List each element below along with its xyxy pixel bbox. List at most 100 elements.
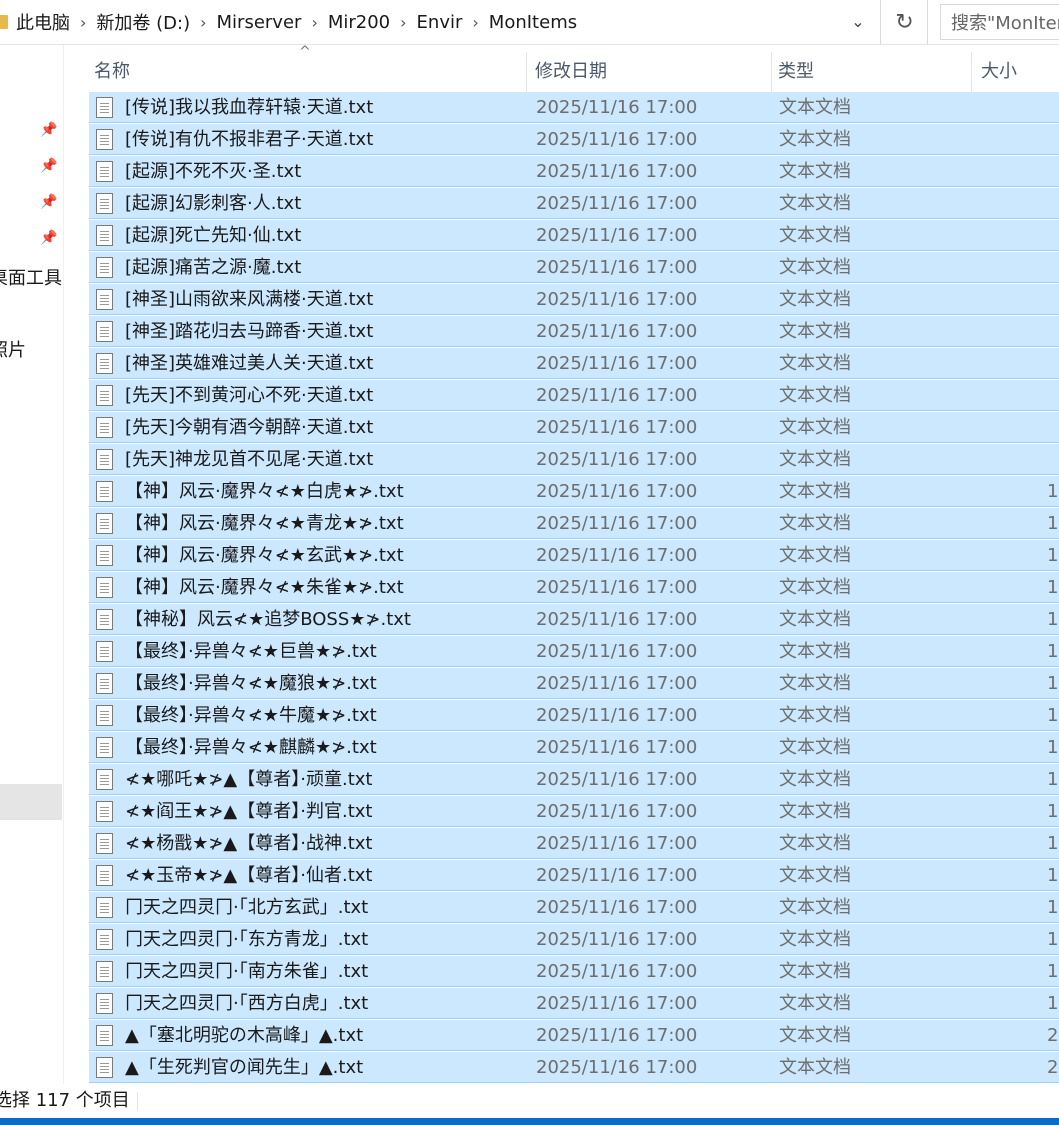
file-row[interactable]: [神圣]英雄难过美人关·天道.txt 2025/11/16 17:00 文本文档 xyxy=(89,348,1059,379)
folder-icon xyxy=(0,15,8,29)
text-file-icon xyxy=(96,801,113,822)
chevron-down-icon[interactable]: ⌄ xyxy=(846,10,870,34)
file-row[interactable]: [神圣]踏花归去马蹄香·天道.txt 2025/11/16 17:00 文本文档 xyxy=(89,316,1059,347)
file-row[interactable]: [起源]不死不灭·圣.txt 2025/11/16 17:00 文本文档 xyxy=(89,156,1059,187)
file-size: 1 xyxy=(1047,705,1059,726)
nav-selected-item[interactable] xyxy=(0,784,62,820)
file-date: 2025/11/16 17:00 xyxy=(536,833,698,854)
column-date-modified[interactable]: 修改日期 xyxy=(529,52,772,92)
file-row[interactable]: 【最终】·异兽々≮★牛魔★≯.txt 2025/11/16 17:00 文本文档 1 xyxy=(89,700,1059,731)
file-type: 文本文档 xyxy=(779,897,851,918)
file-type: 文本文档 xyxy=(779,289,851,310)
column-header: ^ 名称 修改日期 类型 大小 xyxy=(88,44,1059,92)
file-row[interactable]: 【神秘】风云≮★追梦BOSS★≯.txt 2025/11/16 17:00 文本文档… xyxy=(89,604,1059,635)
file-row[interactable]: ≮★杨戬★≯▲【尊者】·战神.txt 2025/11/16 17:00 文本文档 1 xyxy=(89,828,1059,859)
file-name: ▲「塞北明驼の木高峰」▲.txt xyxy=(125,1025,364,1046)
chevron-right-icon[interactable]: › xyxy=(80,13,86,32)
file-row[interactable]: [起源]痛苦之源·魔.txt 2025/11/16 17:00 文本文档 xyxy=(89,252,1059,283)
file-date: 2025/11/16 17:00 xyxy=(536,1025,698,1046)
file-row[interactable]: 冂天之四灵冂·「西方白虎」.txt 2025/11/16 17:00 文本文档 1 xyxy=(89,988,1059,1019)
file-row[interactable]: [神圣]山雨欲来风满楼·天道.txt 2025/11/16 17:00 文本文档 xyxy=(89,284,1059,315)
file-row[interactable]: 【神】风云·魔界々≮★朱雀★≯.txt 2025/11/16 17:00 文本文档 1 xyxy=(89,572,1059,603)
file-row[interactable]: [起源]死亡先知·仙.txt 2025/11/16 17:00 文本文档 xyxy=(89,220,1059,251)
column-name[interactable]: 名称 xyxy=(88,52,527,92)
file-size: 1 xyxy=(1047,481,1059,502)
navigation-pane[interactable]: 📌 📌 📌 📌 桌面工具 照片 xyxy=(0,45,64,1085)
file-row[interactable]: ≮★玉帝★≯▲【尊者】·仙者.txt 2025/11/16 17:00 文本文档 1 xyxy=(89,860,1059,891)
file-name: ≮★杨戬★≯▲【尊者】·战神.txt xyxy=(125,833,373,854)
nav-item-photos[interactable]: 照片 xyxy=(0,336,26,362)
file-name: [神圣]踏花归去马蹄香·天道.txt xyxy=(125,321,374,342)
file-name: ≮★哪吒★≯▲【尊者】·顽童.txt xyxy=(125,769,373,790)
file-row[interactable]: [起源]幻影刺客·人.txt 2025/11/16 17:00 文本文档 xyxy=(89,188,1059,219)
file-row[interactable]: 冂天之四灵冂·「东方青龙」.txt 2025/11/16 17:00 文本文档 1 xyxy=(89,924,1059,955)
file-row[interactable]: 【神】风云·魔界々≮★白虎★≯.txt 2025/11/16 17:00 文本文档 1 xyxy=(89,476,1059,507)
text-file-icon xyxy=(96,897,113,918)
file-row[interactable]: 【神】风云·魔界々≮★青龙★≯.txt 2025/11/16 17:00 文本文档 1 xyxy=(89,508,1059,539)
file-row[interactable]: 【神】风云·魔界々≮★玄武★≯.txt 2025/11/16 17:00 文本文档 1 xyxy=(89,540,1059,571)
file-row[interactable]: ▲「生死判官の闻先生」▲.txt 2025/11/16 17:00 文本文档 2 xyxy=(89,1052,1059,1083)
file-name: [传说]我以我血荐轩辕·天道.txt xyxy=(125,97,374,118)
file-size: 1 xyxy=(1047,673,1059,694)
breadcrumb-drive-d[interactable]: 新加卷 (D:) xyxy=(96,9,190,35)
chevron-right-icon[interactable]: › xyxy=(472,13,478,32)
file-row[interactable]: ≮★哪吒★≯▲【尊者】·顽童.txt 2025/11/16 17:00 文本文档 1 xyxy=(89,764,1059,795)
pin-icon: 📌 xyxy=(40,194,58,210)
file-name: 冂天之四灵冂·「北方玄武」.txt xyxy=(125,897,369,918)
file-row[interactable]: [传说]有仇不报非君子·天道.txt 2025/11/16 17:00 文本文档 xyxy=(89,124,1059,155)
file-type: 文本文档 xyxy=(779,353,851,374)
file-row[interactable]: ≮★阎王★≯▲【尊者】·判官.txt 2025/11/16 17:00 文本文档 1 xyxy=(89,796,1059,827)
file-date: 2025/11/16 17:00 xyxy=(536,385,698,406)
file-row[interactable]: [先天]今朝有酒今朝醉·天道.txt 2025/11/16 17:00 文本文档 xyxy=(89,412,1059,443)
file-date: 2025/11/16 17:00 xyxy=(536,801,698,822)
file-row[interactable]: [先天]神龙见首不见尾·天道.txt 2025/11/16 17:00 文本文档 xyxy=(89,444,1059,475)
refresh-button[interactable]: ↻ xyxy=(882,0,928,44)
text-file-icon xyxy=(96,993,113,1014)
file-name: 冂天之四灵冂·「西方白虎」.txt xyxy=(125,993,369,1014)
file-name: [起源]死亡先知·仙.txt xyxy=(125,225,302,246)
file-size: 2 xyxy=(1047,1025,1059,1046)
search-input[interactable]: 搜索"MonItems" xyxy=(940,4,1059,40)
text-file-icon xyxy=(96,769,113,790)
file-row[interactable]: 冂天之四灵冂·「南方朱雀」.txt 2025/11/16 17:00 文本文档 1 xyxy=(89,956,1059,987)
file-date: 2025/11/16 17:00 xyxy=(536,577,698,598)
file-name: [传说]有仇不报非君子·天道.txt xyxy=(125,129,374,150)
file-size: 1 xyxy=(1047,545,1059,566)
column-type[interactable]: 类型 xyxy=(772,52,972,92)
file-row[interactable]: [传说]我以我血荐轩辕·天道.txt 2025/11/16 17:00 文本文档 xyxy=(89,92,1059,123)
column-size[interactable]: 大小 xyxy=(975,52,1059,92)
file-row[interactable]: 【最终】·异兽々≮★巨兽★≯.txt 2025/11/16 17:00 文本文档 1 xyxy=(89,636,1059,667)
text-file-icon xyxy=(96,161,113,182)
chevron-right-icon[interactable]: › xyxy=(400,13,406,32)
status-bar: 选择 117 个项目 xyxy=(0,1084,1059,1118)
text-file-icon xyxy=(96,257,113,278)
file-row[interactable]: [先天]不到黄河心不死·天道.txt 2025/11/16 17:00 文本文档 xyxy=(89,380,1059,411)
file-date: 2025/11/16 17:00 xyxy=(536,193,698,214)
file-type: 文本文档 xyxy=(779,513,851,534)
chevron-right-icon[interactable]: › xyxy=(311,13,317,32)
file-date: 2025/11/16 17:00 xyxy=(536,673,698,694)
text-file-icon xyxy=(96,609,113,630)
file-row[interactable]: 冂天之四灵冂·「北方玄武」.txt 2025/11/16 17:00 文本文档 1 xyxy=(89,892,1059,923)
file-row[interactable]: 【最终】·异兽々≮★魔狼★≯.txt 2025/11/16 17:00 文本文档 1 xyxy=(89,668,1059,699)
breadcrumb-monitems[interactable]: MonItems xyxy=(489,12,577,33)
nav-item-desktop-tools[interactable]: 桌面工具 xyxy=(0,264,62,290)
address-bar[interactable]: 此电脑 › 新加卷 (D:) › Mirserver › Mir200 › En… xyxy=(0,0,881,44)
file-size: 1 xyxy=(1047,993,1059,1014)
file-row[interactable]: ▲「塞北明驼の木高峰」▲.txt 2025/11/16 17:00 文本文档 2 xyxy=(89,1020,1059,1051)
text-file-icon xyxy=(96,641,113,662)
file-name: ≮★玉帝★≯▲【尊者】·仙者.txt xyxy=(125,865,373,886)
breadcrumb-mir200[interactable]: Mir200 xyxy=(328,12,390,33)
chevron-right-icon[interactable]: › xyxy=(200,13,206,32)
text-file-icon xyxy=(96,929,113,950)
breadcrumb-envir[interactable]: Envir xyxy=(417,12,463,33)
breadcrumb-mirserver[interactable]: Mirserver xyxy=(217,12,302,33)
file-name: [神圣]英雄难过美人关·天道.txt xyxy=(125,353,374,374)
file-name: ▲「生死判官の闻先生」▲.txt xyxy=(125,1057,364,1078)
file-type: 文本文档 xyxy=(779,1057,851,1078)
file-type: 文本文档 xyxy=(779,833,851,854)
text-file-icon xyxy=(96,449,113,470)
selection-count: 选择 117 个项目 xyxy=(0,1090,130,1111)
file-row[interactable]: 【最终】·异兽々≮★麒麟★≯.txt 2025/11/16 17:00 文本文档 1 xyxy=(89,732,1059,763)
breadcrumb-this-pc[interactable]: 此电脑 xyxy=(16,9,70,35)
